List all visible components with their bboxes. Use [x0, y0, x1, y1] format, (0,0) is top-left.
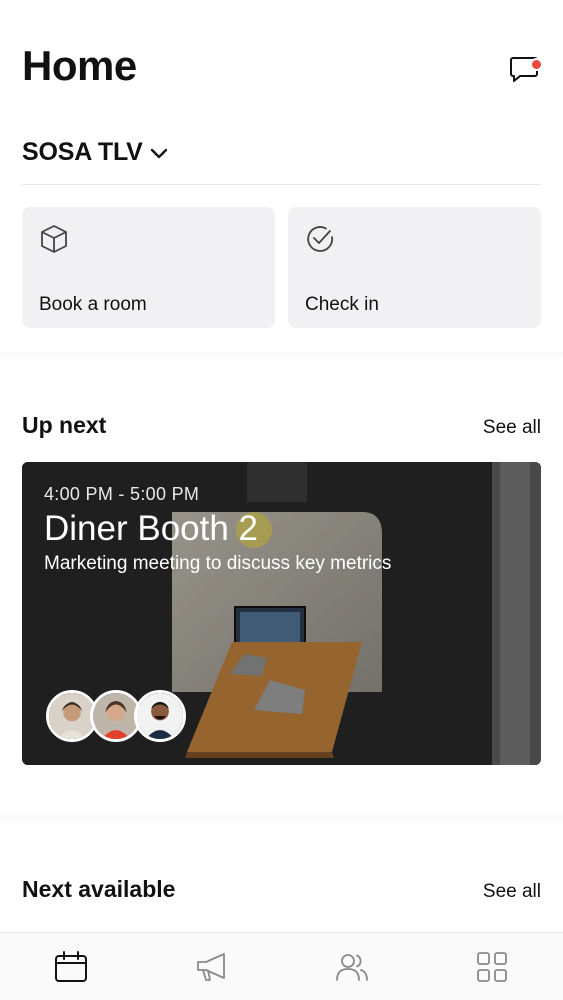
grid-icon [477, 952, 507, 982]
page-title: Home [22, 42, 137, 89]
tab-announcements[interactable] [194, 949, 230, 985]
chevron-down-icon [150, 148, 167, 158]
event-time: 4:00 PM - 5:00 PM [44, 484, 200, 504]
check-in-label: Check in [305, 294, 379, 315]
location-label: SOSA TLV [22, 138, 143, 166]
tab-more[interactable] [474, 949, 510, 985]
section-separator [0, 815, 563, 823]
event-description: Marketing meeting to discuss key metrics [44, 553, 392, 574]
attendee-avatars [46, 690, 186, 742]
check-circle-icon [307, 226, 334, 252]
check-in-button[interactable]: Check in [288, 207, 541, 328]
calendar-icon [55, 951, 87, 982]
cube-icon [41, 225, 67, 253]
event-details: 4:00 PM - 5:00 PM Diner Booth 2 Marketin… [44, 484, 391, 575]
event-room-name: Diner Booth 2 [44, 509, 259, 548]
up-next-see-all-link[interactable]: See all [483, 417, 541, 439]
notification-badge [530, 58, 543, 71]
tab-calendar[interactable] [53, 949, 89, 985]
divider [22, 184, 541, 185]
tab-people[interactable] [334, 949, 370, 985]
messages-button[interactable] [507, 50, 543, 86]
next-available-title: Next available [22, 876, 176, 902]
up-next-header: Up next See all [22, 412, 541, 439]
tab-bar [0, 932, 563, 1000]
next-available-header: Next available See all [22, 876, 541, 903]
location-selector[interactable]: SOSA TLV [22, 138, 169, 167]
book-room-button[interactable]: Book a room [22, 207, 275, 328]
next-available-see-all-link[interactable]: See all [483, 881, 541, 903]
megaphone-icon [197, 953, 225, 981]
avatar [134, 690, 186, 742]
event-card[interactable]: 4:00 PM - 5:00 PM Diner Booth 2 Marketin… [22, 462, 541, 765]
book-room-label: Book a room [39, 294, 147, 315]
section-separator [0, 352, 563, 360]
people-icon [336, 954, 368, 981]
header: Home [22, 40, 543, 100]
up-next-title: Up next [22, 412, 107, 438]
